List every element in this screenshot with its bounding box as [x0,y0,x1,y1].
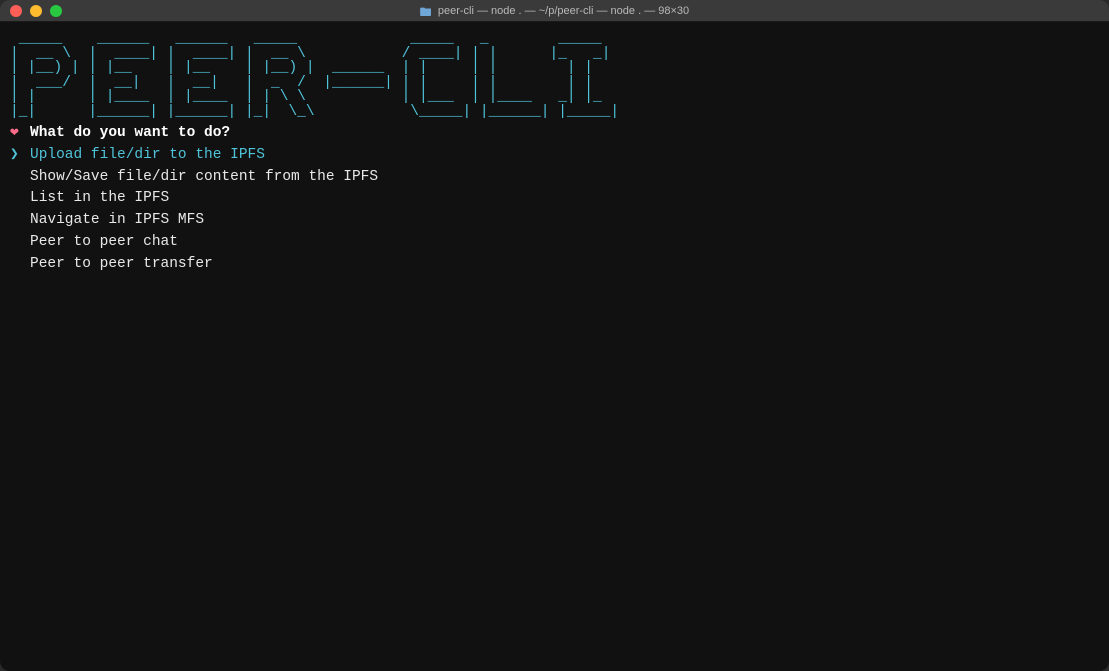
heart-icon: ❤ [10,123,22,145]
prompt-question: What do you want to do? [30,123,230,145]
menu-item-chat[interactable]: Peer to peer chat [10,232,1099,254]
window-controls [10,5,62,17]
terminal-body[interactable]: _____ ______ ______ _____ _____ _ _____ … [0,22,1109,671]
menu-item-transfer[interactable]: Peer to peer transfer [10,254,1099,276]
menu-item-label: Peer to peer chat [30,232,178,254]
window-title-container: peer-cli — node . — ~/p/peer-cli — node … [0,5,1109,17]
menu-item-list[interactable]: List in the IPFS [10,188,1099,210]
maximize-button[interactable] [50,5,62,17]
menu-item-upload[interactable]: ❯ Upload file/dir to the IPFS [10,145,1099,167]
minimize-button[interactable] [30,5,42,17]
menu-item-label: Upload file/dir to the IPFS [30,145,265,167]
menu-item-label: Navigate in IPFS MFS [30,210,204,232]
menu-item-show-save[interactable]: Show/Save file/dir content from the IPFS [10,167,1099,189]
folder-icon [420,6,432,16]
menu-item-navigate[interactable]: Navigate in IPFS MFS [10,210,1099,232]
menu-item-label: Show/Save file/dir content from the IPFS [30,167,378,189]
window-titlebar: peer-cli — node . — ~/p/peer-cli — node … [0,0,1109,22]
menu-item-label: Peer to peer transfer [30,254,213,276]
prompt-line: ❤ What do you want to do? [10,123,1099,145]
ascii-logo: _____ ______ ______ _____ _____ _ _____ … [10,32,1099,119]
window-title: peer-cli — node . — ~/p/peer-cli — node … [438,5,689,17]
menu-pointer-icon: ❯ [10,145,22,167]
close-button[interactable] [10,5,22,17]
menu-item-label: List in the IPFS [30,188,169,210]
